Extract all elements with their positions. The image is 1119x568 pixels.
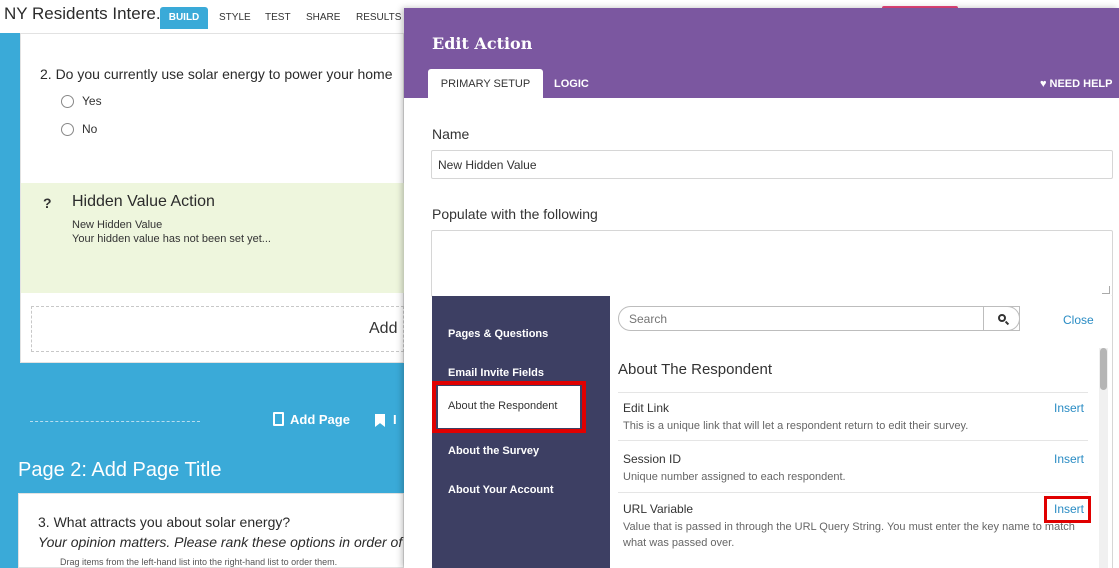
- tab-style[interactable]: STYLE: [219, 7, 251, 29]
- item-desc-session-id: Unique number assigned to each responden…: [623, 471, 846, 483]
- scrollbar-thumb[interactable]: [1100, 348, 1107, 390]
- item-title-edit-link: Edit Link: [623, 401, 670, 415]
- sidebar-item-pages-questions[interactable]: Pages & Questions: [448, 328, 548, 340]
- populate-textarea[interactable]: [431, 230, 1113, 297]
- name-input[interactable]: [431, 150, 1113, 179]
- tab-results[interactable]: RESULTS: [356, 7, 401, 29]
- search-input[interactable]: [618, 306, 1020, 331]
- insert-partial-label: I: [393, 412, 397, 427]
- insert-session-id-button[interactable]: Insert: [1054, 452, 1084, 466]
- name-label: Name: [432, 126, 470, 142]
- need-help-link[interactable]: ♥ NEED HELP: [1040, 78, 1113, 90]
- row-divider: [618, 440, 1088, 441]
- sidebar-item-about-survey[interactable]: About the Survey: [448, 445, 539, 457]
- item-desc-url-variable: Value that is passed in through the URL …: [623, 521, 1075, 549]
- add-page-button[interactable]: Add Page: [273, 412, 350, 427]
- hidden-action-title: Hidden Value Action: [72, 193, 215, 210]
- heart-icon: ♥: [1040, 78, 1047, 90]
- row-divider: [618, 492, 1088, 493]
- highlight-box-about-respondent: [432, 381, 586, 433]
- populate-label: Populate with the following: [432, 206, 598, 222]
- modal-header: Edit Action PRIMARY SETUP LOGIC ♥ NEED HE…: [404, 8, 1119, 98]
- add-page-label: Add Page: [290, 412, 350, 427]
- search-button[interactable]: [983, 306, 1020, 331]
- item-title-url-variable: URL Variable: [623, 502, 694, 516]
- tab-test[interactable]: TEST: [265, 7, 291, 29]
- question-2-text: 2. Do you currently use solar energy to …: [40, 66, 393, 82]
- modal-title: Edit Action: [432, 34, 533, 53]
- item-desc-edit-link: This is a unique link that will let a re…: [623, 420, 969, 432]
- add-question-box[interactable]: [31, 306, 404, 352]
- question-3-text: 3. What attracts you about solar energy?: [38, 514, 291, 530]
- sidebar-item-email-invite-fields[interactable]: Email Invite Fields: [448, 367, 544, 379]
- survey-title: NY Residents Intere...: [4, 4, 170, 23]
- tab-logic[interactable]: LOGIC: [554, 78, 589, 90]
- question-3-hint: Drag items from the left-hand list into …: [60, 557, 338, 567]
- tab-primary-setup[interactable]: PRIMARY SETUP: [428, 69, 543, 98]
- page-divider: [30, 421, 200, 422]
- section-title: About The Respondent: [618, 361, 773, 378]
- radio-label-yes: Yes: [82, 94, 102, 108]
- radio-yes[interactable]: [61, 95, 74, 108]
- sidebar-item-about-account[interactable]: About Your Account: [448, 484, 554, 496]
- tab-share[interactable]: SHARE: [306, 7, 340, 29]
- edit-action-modal: Edit Action PRIMARY SETUP LOGIC ♥ NEED HE…: [404, 8, 1119, 568]
- close-link[interactable]: Close: [1063, 313, 1094, 327]
- need-help-label: NEED HELP: [1049, 78, 1113, 90]
- hidden-action-value-name: New Hidden Value: [72, 219, 163, 231]
- document-icon: [273, 412, 284, 426]
- tab-build[interactable]: BUILD: [160, 7, 208, 29]
- radio-no[interactable]: [61, 123, 74, 136]
- insert-edit-link-button[interactable]: Insert: [1054, 401, 1084, 415]
- highlight-box-url-insert: [1044, 496, 1091, 523]
- item-title-session-id: Session ID: [623, 452, 682, 466]
- hidden-action-status: Your hidden value has not been set yet..…: [72, 233, 271, 245]
- question-mark-icon: ?: [43, 195, 52, 211]
- page-2-title[interactable]: Page 2: Add Page Title: [18, 459, 222, 482]
- add-label: Add: [369, 320, 398, 337]
- question-3-subtitle: Your opinion matters. Please rank these …: [38, 534, 410, 550]
- radio-label-no: No: [82, 122, 98, 136]
- row-divider: [618, 392, 1088, 393]
- resize-handle-icon[interactable]: [1102, 286, 1110, 294]
